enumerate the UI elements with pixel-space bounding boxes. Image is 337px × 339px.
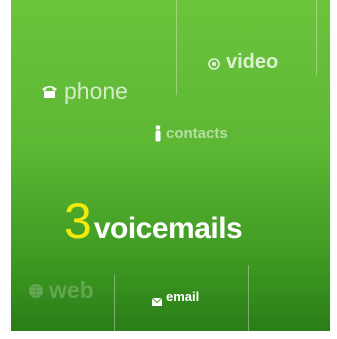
web-label: web bbox=[49, 277, 94, 303]
divider-line bbox=[114, 275, 115, 331]
voicemail-label: voicemails bbox=[93, 212, 243, 245]
launcher-tile: phone video contacts 3 voicemails web em… bbox=[11, 0, 330, 331]
video-record-icon bbox=[208, 57, 220, 70]
phone-label: phone bbox=[64, 78, 128, 104]
globe-icon bbox=[28, 283, 44, 299]
telephone-icon bbox=[41, 84, 58, 99]
person-icon bbox=[155, 125, 161, 142]
voicemail-summary[interactable]: 3 voicemails bbox=[64, 193, 243, 249]
video-option[interactable]: video bbox=[208, 51, 278, 74]
contacts-option[interactable]: contacts bbox=[155, 125, 228, 142]
voicemail-count: 3 bbox=[64, 193, 92, 249]
phone-option[interactable]: phone bbox=[41, 78, 128, 105]
contacts-label: contacts bbox=[166, 125, 228, 142]
video-label: video bbox=[226, 51, 279, 73]
divider-line bbox=[248, 265, 249, 331]
divider-line bbox=[176, 0, 177, 95]
divider-line bbox=[316, 0, 317, 75]
envelope-icon bbox=[151, 293, 163, 306]
web-option[interactable]: web bbox=[28, 277, 94, 304]
email-label: email bbox=[166, 289, 200, 304]
email-option[interactable]: email bbox=[151, 289, 200, 306]
